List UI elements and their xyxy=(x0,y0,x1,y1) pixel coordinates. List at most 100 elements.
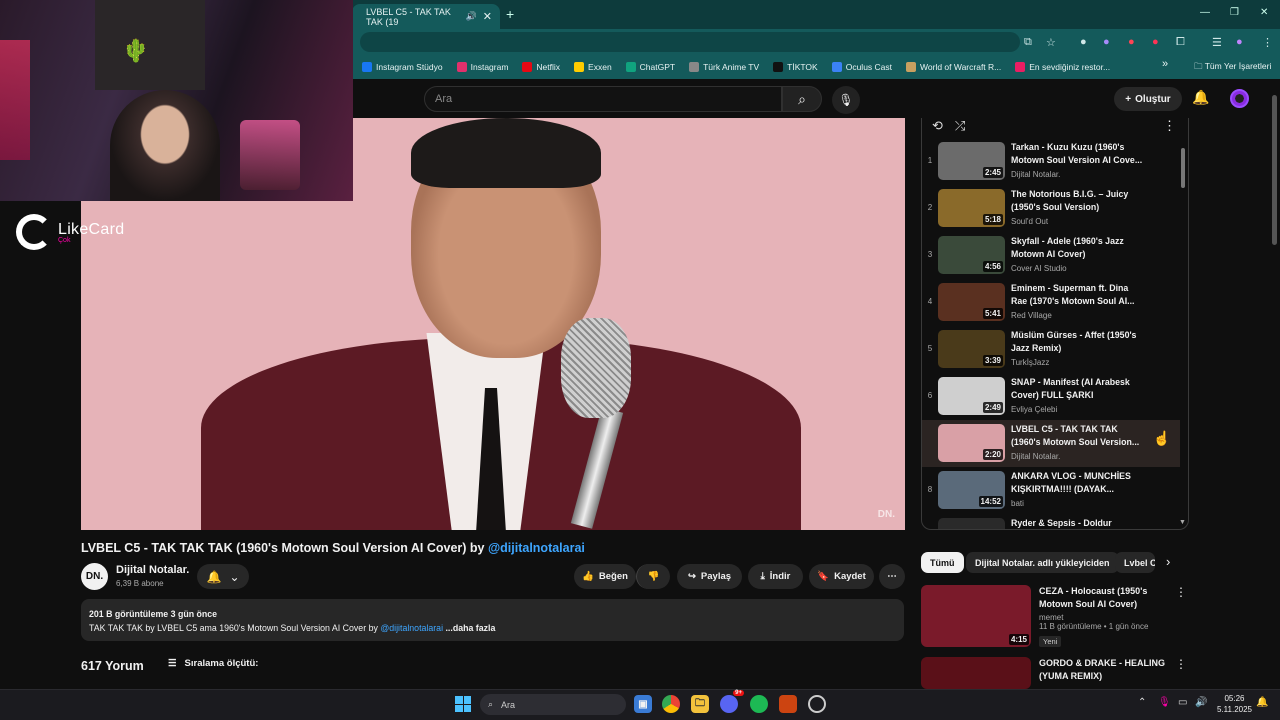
playlist-thumbnail[interactable]: 5:41 xyxy=(938,283,1005,321)
channel-name[interactable]: Dijital Notalar. xyxy=(116,564,189,576)
playlist-thumbnail[interactable]: 2:20 xyxy=(938,424,1005,462)
chip-lvbel[interactable]: Lvbel C xyxy=(1115,552,1155,573)
playlist-item[interactable]: 5 3:39 Müslüm Gürses - Affet (1950's Jazz … xyxy=(922,326,1180,373)
page-scrollbar[interactable] xyxy=(1272,95,1277,245)
steam-app-icon[interactable] xyxy=(808,695,826,713)
dislike-button[interactable]: 👎 xyxy=(636,564,670,589)
related-thumbnail[interactable] xyxy=(921,657,1031,689)
extensions-puzzle-icon[interactable]: ⧠ xyxy=(1176,36,1185,49)
playlist-item[interactable]: 4 5:41 Eminem - Superman ft. Dina Rae (197… xyxy=(922,279,1180,326)
playlist-thumbnail[interactable]: 14:52 xyxy=(938,471,1005,509)
bookmark-item[interactable]: Exxen xyxy=(574,62,612,72)
bookmark-item[interactable]: Netflix xyxy=(522,62,560,72)
browser-tab[interactable]: LVBEL C5 - TAK TAK TAK (19 🔊 ✕ xyxy=(352,4,500,29)
playlist-scrollbar[interactable] xyxy=(1181,148,1185,188)
more-actions-button[interactable]: ⋯ xyxy=(879,564,905,589)
file-explorer-icon[interactable]: 🗀 xyxy=(691,695,709,713)
playlist-thumbnail[interactable] xyxy=(938,518,1005,529)
photos-app-icon[interactable]: ▣ xyxy=(634,695,652,713)
save-button[interactable]: 🔖 Kaydet xyxy=(809,564,874,589)
app-icon[interactable] xyxy=(779,695,797,713)
tray-chevron-up-icon[interactable]: ⌃ xyxy=(1138,697,1146,708)
notifications-bell-icon[interactable]: 🔔 xyxy=(1192,89,1209,106)
omnibox[interactable] xyxy=(360,32,1020,52)
search-button[interactable]: ⌕ xyxy=(782,86,822,112)
minimize-icon[interactable]: — xyxy=(1200,7,1210,18)
extension-icon[interactable]: ● xyxy=(1080,36,1087,48)
extension-icon[interactable]: ● xyxy=(1128,36,1135,48)
create-button[interactable]: + Oluştur xyxy=(1114,87,1182,111)
taskbar-search[interactable]: ⌕ Ara xyxy=(480,694,626,715)
bookmark-item[interactable]: Instagram Stüdyo xyxy=(362,62,443,72)
spotify-app-icon[interactable] xyxy=(750,695,768,713)
search-input[interactable]: Ara xyxy=(424,86,782,112)
bookmark-star-icon[interactable]: ☆ xyxy=(1046,36,1056,49)
bookmark-item[interactable]: ChatGPT xyxy=(625,62,675,72)
playlist-menu-icon[interactable]: ⋮ xyxy=(1163,118,1176,134)
bookmark-item[interactable]: World of Warcraft R... xyxy=(906,62,1001,72)
related-title[interactable]: GORDO & DRAKE - HEALING (YUMA REMIX) xyxy=(1039,657,1179,683)
network-icon[interactable]: ▭ xyxy=(1178,697,1187,708)
bookmark-item[interactable]: En sevdiğiniz restor... xyxy=(1015,62,1110,72)
description-box[interactable]: 201 B görüntüleme 3 gün önce TAK TAK TAK… xyxy=(81,599,904,641)
playlist-thumbnail[interactable]: 4:56 xyxy=(938,236,1005,274)
download-button[interactable]: ⤓ İndir xyxy=(748,564,803,589)
reading-list-icon[interactable]: ☰ xyxy=(1212,36,1222,49)
tab-close-icon[interactable]: ✕ xyxy=(483,10,492,23)
maximize-icon[interactable]: ❐ xyxy=(1230,7,1239,18)
discord-app-icon[interactable]: 9+ xyxy=(720,690,744,713)
playlist-item[interactable]: 1 2:45 Tarkan - Kuzu Kuzu (1960's Motown S… xyxy=(922,138,1180,185)
playlist-thumbnail[interactable]: 2:49 xyxy=(938,377,1005,415)
playlist-item[interactable]: 8 14:52 ANKARA VLOG - MUNCHİES KIŞKIRTMA!!… xyxy=(922,467,1180,514)
playlist-item[interactable]: 3 4:56 Skyfall - Adele (1960's Jazz Motown… xyxy=(922,232,1180,279)
show-more-link[interactable]: ...daha fazla xyxy=(443,623,495,633)
volume-icon[interactable]: 🔊 xyxy=(1195,697,1207,708)
voice-search-button[interactable]: 🎙 xyxy=(832,86,860,114)
bookmarks-overflow-icon[interactable]: » xyxy=(1162,58,1168,70)
chip-uploader[interactable]: Dijital Notalar. adlı yükleyiciden xyxy=(966,552,1119,573)
microphone-tray-icon[interactable]: 🎙 xyxy=(1158,697,1171,708)
all-bookmarks[interactable]: 🗀 Tüm Yer İşaretleri xyxy=(1194,61,1271,75)
loop-icon[interactable]: ⟲ xyxy=(932,118,943,134)
extension-icon[interactable]: ● xyxy=(1103,36,1110,48)
cast-icon[interactable]: ⧉ xyxy=(1024,36,1032,49)
playlist-item[interactable]: Ryder & Sepsis - Doldur xyxy=(922,514,1180,529)
system-clock[interactable]: 05:26 5.11.2025 xyxy=(1217,693,1252,715)
bookmark-item[interactable]: Oculus Cast xyxy=(831,62,892,72)
new-tab-button[interactable]: + xyxy=(506,6,514,22)
related-video[interactable]: GORDO & DRAKE - HEALING (YUMA REMIX) ⋮ xyxy=(921,657,1191,689)
notifications-icon[interactable]: 🔔 xyxy=(1256,697,1268,708)
window-close-icon[interactable]: ✕ xyxy=(1260,7,1268,18)
tab-audio-icon[interactable]: 🔊 xyxy=(466,11,477,22)
more-vertical-icon[interactable]: ⋮ xyxy=(1175,657,1187,671)
profile-icon[interactable]: ● xyxy=(1236,36,1243,48)
bookmark-item[interactable]: TİKTOK xyxy=(773,62,818,72)
related-title[interactable]: CEZA - Holocaust (1950's Motown Soul AI … xyxy=(1039,585,1179,611)
like-button[interactable]: 👍 Beğen xyxy=(574,564,636,589)
chrome-app-icon[interactable] xyxy=(662,695,680,713)
avatar[interactable] xyxy=(1230,89,1249,108)
subscription-bell-button[interactable]: 🔔 ⌄ xyxy=(197,564,249,589)
bookmark-item[interactable]: Instagram xyxy=(456,62,508,72)
playlist-thumbnail[interactable]: 2:45 xyxy=(938,142,1005,180)
related-video[interactable]: 4:15 CEZA - Holocaust (1950's Motown Sou… xyxy=(921,585,1191,649)
scroll-down-icon[interactable]: ▼ xyxy=(1179,519,1186,526)
chevron-right-icon[interactable]: › xyxy=(1166,554,1170,569)
bookmark-item[interactable]: Türk Anime TV xyxy=(689,62,759,72)
video-title-mention[interactable]: @dijitalnotalarai xyxy=(488,541,585,555)
playlist-item-current[interactable]: 2:20 LVBEL C5 - TAK TAK TAK (1960's Motow… xyxy=(922,420,1180,467)
share-button[interactable]: ↪ Paylaş xyxy=(677,564,742,589)
sort-comments-button[interactable]: ☰ Sıralama ölçütü: xyxy=(168,658,258,669)
related-thumbnail[interactable]: 4:15 xyxy=(921,585,1031,647)
playlist-thumbnail[interactable]: 5:18 xyxy=(938,189,1005,227)
related-channel[interactable]: memet xyxy=(1039,613,1179,622)
more-vertical-icon[interactable]: ⋮ xyxy=(1175,585,1187,599)
channel-avatar[interactable]: DN. xyxy=(81,563,108,590)
playlist-item[interactable]: 2 5:18 The Notorious B.I.G. – Juicy (1950'… xyxy=(922,185,1180,232)
chrome-menu-icon[interactable]: ⋮ xyxy=(1262,36,1273,49)
chip-all[interactable]: Tümü xyxy=(921,552,964,573)
playlist-thumbnail[interactable]: 3:39 xyxy=(938,330,1005,368)
windows-start-icon[interactable] xyxy=(455,696,471,712)
playlist-item[interactable]: 6 2:49 SNAP - Manifest (AI Arabesk Cover) … xyxy=(922,373,1180,420)
shuffle-icon[interactable]: ⤮ xyxy=(955,118,965,134)
